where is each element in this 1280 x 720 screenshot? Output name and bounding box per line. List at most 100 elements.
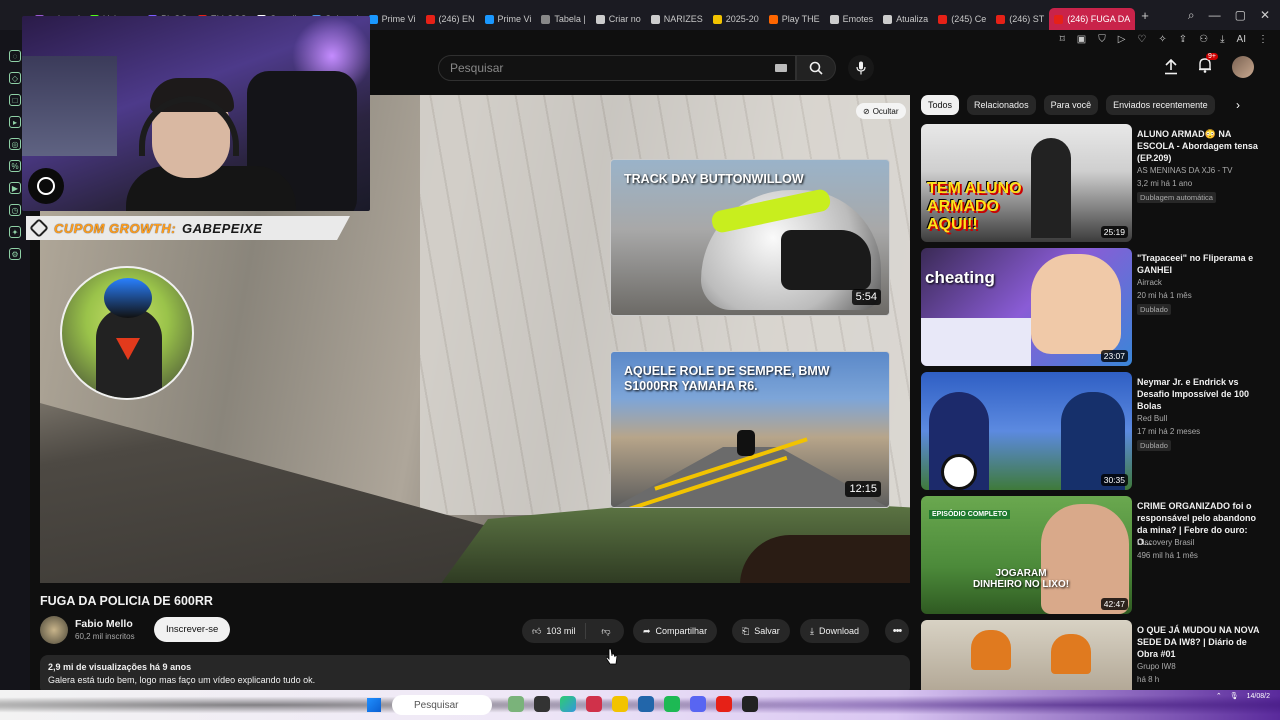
extensions-icon[interactable]: ✦ [9, 226, 21, 238]
save-button[interactable]: ⎗ Salvar [732, 619, 790, 643]
list-item[interactable]: EPISÓDIO COMPLETO JOGARAM DINHEIRO NO LI… [921, 496, 1267, 616]
ai-icon[interactable]: AI [1237, 34, 1246, 45]
like-button[interactable]: 👍︎ 103 mil [522, 623, 587, 639]
messenger-icon[interactable]: ◇ [9, 72, 21, 84]
channel-name[interactable]: Fabio Mello [75, 618, 133, 630]
notifications-button[interactable]: 9+ [1198, 52, 1218, 78]
upload-icon[interactable] [1164, 59, 1178, 75]
chip-for-you[interactable]: Para você [1043, 95, 1099, 115]
list-item[interactable]: cheating 23:07 "Trapaceei" no Fliperama … [921, 248, 1267, 368]
channel-watermark[interactable] [60, 266, 194, 400]
thumbnail-text: TEM ALUNO ARMADO AQUI!! [927, 180, 1022, 233]
download-icon[interactable]: ⤓ [1220, 34, 1224, 45]
list-item[interactable]: O QUE JÁ MUDOU NA NOVA SEDE DA IW8? | Di… [921, 620, 1267, 690]
search-icon[interactable]: ⌕ [1188, 8, 1195, 23]
obs-icon[interactable] [716, 696, 732, 712]
browser-tab[interactable]: (246) FUGA DA [1049, 8, 1136, 30]
card-thumbnail-visor [781, 230, 871, 290]
file-explorer-icon[interactable] [612, 696, 628, 712]
channel-avatar[interactable] [40, 616, 68, 644]
video-thumbnail[interactable]: 30:35 [921, 372, 1132, 490]
browser-tab[interactable]: NARIZES [646, 8, 708, 30]
twitch-icon[interactable]: ▸ [9, 116, 21, 128]
webcam-shelf [22, 56, 117, 156]
snapshot-icon[interactable]: ▣ [1077, 34, 1086, 45]
settings-icon[interactable]: ⚙ [9, 248, 21, 260]
video-thumbnail[interactable]: EPISÓDIO COMPLETO JOGARAM DINHEIRO NO LI… [921, 496, 1132, 614]
new-tab-button[interactable]: + [1141, 8, 1149, 23]
browser-tab[interactable]: (246) ST [991, 8, 1049, 30]
app-icon[interactable] [742, 696, 758, 712]
list-item[interactable]: 30:35 Neymar Jr. e Endrick vs Desafio Im… [921, 372, 1267, 492]
dub-badge: Dublagem automática [1137, 192, 1216, 203]
history-icon[interactable]: ◷ [9, 204, 21, 216]
browser-tab[interactable]: 2025-20 [708, 8, 764, 30]
steam-icon[interactable] [638, 696, 654, 712]
microphone-icon[interactable]: 🎙︎ [1230, 692, 1239, 700]
opera-gx-icon[interactable] [586, 696, 602, 712]
player-icon[interactable]: ▶ [9, 182, 21, 194]
browser-tab[interactable]: (245) Ce [933, 8, 991, 30]
shield-icon[interactable]: ⛉ [1098, 34, 1106, 45]
tab-label: (246) FUGA DA [1067, 14, 1131, 24]
share-icon[interactable]: ⇪ [1179, 34, 1187, 45]
thumbnail-hardhat [971, 630, 1011, 670]
weather-icon[interactable] [508, 696, 524, 712]
video-thumbnail[interactable]: TEM ALUNO ARMADO AQUI!! 25:19 [921, 124, 1132, 242]
chevron-right-icon[interactable]: › [1236, 98, 1240, 112]
list-item[interactable]: TEM ALUNO ARMADO AQUI!! 25:19 ALUNO ARMA… [921, 124, 1267, 244]
minimize-icon[interactable]: — [1209, 8, 1221, 22]
search-button[interactable] [796, 55, 836, 81]
browser-tab[interactable]: Atualiza [878, 8, 933, 30]
share-button[interactable]: ➦ Compartilhar [633, 619, 718, 643]
puzzle-icon[interactable]: ✧ [1158, 34, 1166, 45]
windows-start-icon[interactable] [367, 698, 381, 712]
keyboard-icon[interactable] [775, 64, 787, 72]
spotify-icon[interactable] [664, 696, 680, 712]
end-screen-card[interactable]: TRACK DAY BUTTONWILLOW 5:54 [610, 159, 890, 316]
close-icon[interactable]: ✕ [1260, 8, 1270, 22]
tab-label: Play THE [781, 14, 820, 24]
browser-tab[interactable]: Criar no [591, 8, 646, 30]
maximize-icon[interactable]: ▢ [1235, 8, 1246, 22]
taskbar-search[interactable]: Pesquisar [392, 695, 492, 715]
chip-recent[interactable]: Enviados recentemente [1106, 95, 1215, 115]
voice-search-button[interactable] [848, 55, 874, 81]
end-screen-card[interactable]: AQUELE ROLE DE SEMPRE, BMW S1000RR YAMAH… [610, 351, 890, 508]
heart-icon[interactable]: ♡ [1137, 34, 1146, 45]
download-button[interactable]: ⤓ Download [800, 619, 870, 643]
discord-icon[interactable] [690, 696, 706, 712]
browser-tab[interactable]: Prime Vi [364, 8, 421, 30]
chip-all[interactable]: Todos [921, 95, 960, 115]
task-view-icon[interactable] [534, 696, 550, 712]
description-box[interactable]: 2,9 mi de visualizações há 9 anos Galera… [40, 655, 910, 695]
discord-icon[interactable]: ◎ [9, 138, 21, 150]
search-input[interactable]: Pesquisar [438, 55, 796, 81]
chip-related[interactable]: Relacionados [967, 95, 1036, 115]
bookmark-icon[interactable]: ⌑ [1060, 34, 1065, 45]
copilot-icon[interactable] [560, 696, 576, 712]
whatsapp-icon[interactable]: ◌ [9, 50, 21, 62]
browser-tab[interactable]: Tabela | [536, 8, 590, 30]
hide-end-cards-button[interactable]: ⊘ Ocultar [856, 103, 906, 119]
percent-icon[interactable]: % [9, 160, 21, 172]
instagram-icon[interactable]: □ [9, 94, 21, 106]
clock-date[interactable]: 14/08/2 [1247, 693, 1270, 700]
play-icon[interactable]: ▷ [1118, 34, 1126, 45]
video-thumbnail[interactable] [921, 620, 1132, 690]
subscribe-button[interactable]: Inscrever-se [154, 617, 231, 642]
video-thumbnail[interactable]: cheating 23:07 [921, 248, 1132, 366]
menu-icon[interactable]: ⋮ [1258, 34, 1268, 45]
tab-label: (246) EN [438, 14, 475, 24]
dislike-button[interactable]: 👎︎ [591, 626, 620, 637]
chevron-up-icon[interactable]: ⌃ [1216, 692, 1222, 700]
browser-tab[interactable]: Emotes [825, 8, 879, 30]
video-duration: 42:47 [1100, 598, 1128, 610]
browser-tab[interactable]: Prime Vi [480, 8, 537, 30]
more-actions-button[interactable]: ••• [885, 619, 909, 643]
video-meta: 3,2 mi há 1 ano [1137, 179, 1193, 188]
account-avatar[interactable] [1232, 56, 1254, 78]
browser-tab[interactable]: (246) EN [421, 8, 480, 30]
browser-tab[interactable]: Play THE [764, 8, 825, 30]
profile-icon[interactable]: ⚇ [1199, 34, 1208, 45]
